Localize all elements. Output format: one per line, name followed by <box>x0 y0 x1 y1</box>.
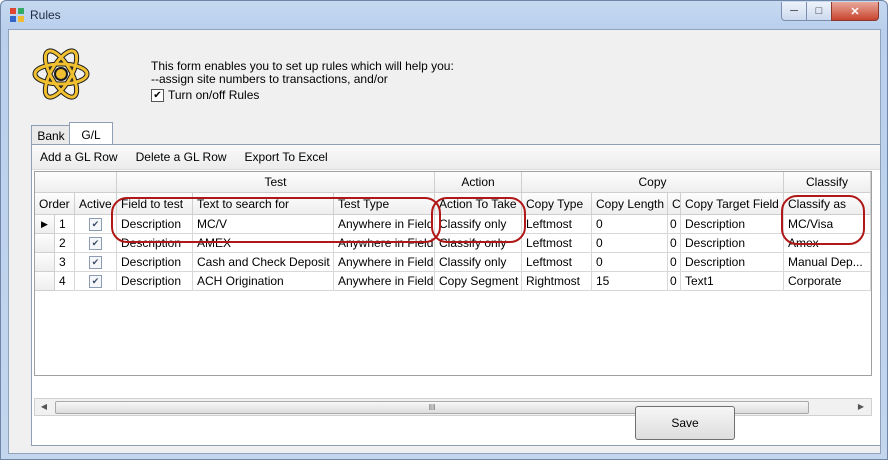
col-header-order[interactable]: Order <box>35 193 75 215</box>
col-header-copy-length[interactable]: Copy Length <box>592 193 668 215</box>
rules-grid[interactable]: Test Action Copy Classify Order Active F… <box>34 171 872 376</box>
minimize-icon: ─ <box>790 5 798 17</box>
rules-toggle-label: Turn on/off Rules <box>168 88 260 102</box>
maximize-icon: □ <box>815 5 823 17</box>
active-checkbox[interactable]: ✔ <box>89 218 102 231</box>
cell-active[interactable]: ✔ <box>75 253 117 272</box>
cell-c[interactable]: 0 <box>668 234 681 253</box>
cell-classify-as[interactable]: Manual Dep... <box>784 253 871 272</box>
maximize-button[interactable]: □ <box>806 2 832 21</box>
cell-field-to-test[interactable]: Description <box>117 272 193 291</box>
cell-copy-type[interactable]: Leftmost <box>522 234 592 253</box>
group-header-blank <box>35 172 117 193</box>
col-header-c[interactable]: C <box>668 193 681 215</box>
cell-copy-type[interactable]: Leftmost <box>522 253 592 272</box>
cell-order[interactable]: 4 <box>55 272 75 291</box>
cell-copy-target-field[interactable]: Description <box>681 253 784 272</box>
group-header-action: Action <box>435 172 522 193</box>
delete-gl-row-button[interactable]: Delete a GL Row <box>128 150 235 164</box>
info-text: This form enables you to set up rules wh… <box>151 60 454 86</box>
title-bar[interactable]: Rules ─ □ ✕ <box>1 1 887 29</box>
cell-c[interactable]: 0 <box>668 253 681 272</box>
gl-tab-panel: Add a GL Row Delete a GL Row Export To E… <box>31 144 881 446</box>
cell-order[interactable]: 1 <box>55 215 75 234</box>
horizontal-scrollbar[interactable]: ◀ ‖‖ ▶ <box>34 398 872 416</box>
atom-logo-icon <box>32 48 90 100</box>
cell-action-to-take[interactable]: Classify only <box>435 253 522 272</box>
cell-copy-length[interactable]: 0 <box>592 215 668 234</box>
cell-text-to-search[interactable]: Cash and Check Deposit <box>193 253 334 272</box>
active-checkbox[interactable]: ✔ <box>89 275 102 288</box>
highlight-ellipse-test <box>111 197 441 243</box>
row-header[interactable] <box>35 253 55 272</box>
cell-classify-as[interactable]: Corporate <box>784 272 871 291</box>
grip-icon: ‖‖ <box>428 403 436 412</box>
cell-test-type[interactable]: Anywhere in Field <box>334 253 435 272</box>
cell-field-to-test[interactable]: Description <box>117 253 193 272</box>
rules-window: Rules ─ □ ✕ This form enables you to set… <box>0 0 888 460</box>
cell-active[interactable]: ✔ <box>75 234 117 253</box>
app-icon <box>10 8 24 22</box>
col-header-copy-target-field[interactable]: Copy Target Field <box>681 193 784 215</box>
group-header-test: Test <box>117 172 435 193</box>
active-checkbox[interactable]: ✔ <box>89 237 102 250</box>
tab-gl[interactable]: G/L <box>69 122 113 146</box>
row-header[interactable] <box>35 272 55 291</box>
cell-order[interactable]: 2 <box>55 234 75 253</box>
cell-copy-length[interactable]: 15 <box>592 272 668 291</box>
row-header-current[interactable]: ▶ <box>35 215 55 234</box>
grid-toolbar: Add a GL Row Delete a GL Row Export To E… <box>32 145 880 170</box>
cell-c[interactable]: 0 <box>668 215 681 234</box>
active-checkbox[interactable]: ✔ <box>89 256 102 269</box>
row-header[interactable] <box>35 234 55 253</box>
current-row-arrow-icon: ▶ <box>41 219 48 229</box>
form-client-area: This form enables you to set up rules wh… <box>8 29 881 454</box>
cell-order[interactable]: 3 <box>55 253 75 272</box>
add-gl-row-button[interactable]: Add a GL Row <box>32 150 126 164</box>
cell-copy-length[interactable]: 0 <box>592 253 668 272</box>
save-button[interactable]: Save <box>635 406 735 440</box>
cell-copy-target-field[interactable]: Text1 <box>681 272 784 291</box>
cell-copy-target-field[interactable]: Description <box>681 215 784 234</box>
close-button[interactable]: ✕ <box>831 2 879 21</box>
cell-copy-target-field[interactable]: Description <box>681 234 784 253</box>
rules-toggle-checkbox[interactable]: ✔ <box>151 88 164 102</box>
cell-active[interactable]: ✔ <box>75 272 117 291</box>
cell-c[interactable]: 0 <box>668 272 681 291</box>
group-header-copy: Copy <box>522 172 784 193</box>
cell-copy-type[interactable]: Leftmost <box>522 215 592 234</box>
cell-action-to-take[interactable]: Copy Segment <box>435 272 522 291</box>
scroll-right-icon[interactable]: ▶ <box>855 401 867 413</box>
cell-copy-type[interactable]: Rightmost <box>522 272 592 291</box>
group-header-classify: Classify <box>784 172 871 193</box>
scroll-left-icon[interactable]: ◀ <box>38 401 50 413</box>
rules-toggle[interactable]: ✔ Turn on/off Rules <box>151 88 259 102</box>
cell-copy-length[interactable]: 0 <box>592 234 668 253</box>
export-to-excel-button[interactable]: Export To Excel <box>237 150 336 164</box>
highlight-ellipse-action <box>431 197 526 243</box>
highlight-ellipse-classify <box>781 195 865 245</box>
cell-text-to-search[interactable]: ACH Origination <box>193 272 334 291</box>
window-title: Rules <box>30 8 61 22</box>
tab-bank[interactable]: Bank <box>31 125 71 145</box>
info-line-2: --assign site numbers to transactions, a… <box>151 72 388 86</box>
minimize-button[interactable]: ─ <box>781 2 807 21</box>
col-header-copy-type[interactable]: Copy Type <box>522 193 592 215</box>
close-icon: ✕ <box>850 5 860 18</box>
cell-test-type[interactable]: Anywhere in Field <box>334 272 435 291</box>
